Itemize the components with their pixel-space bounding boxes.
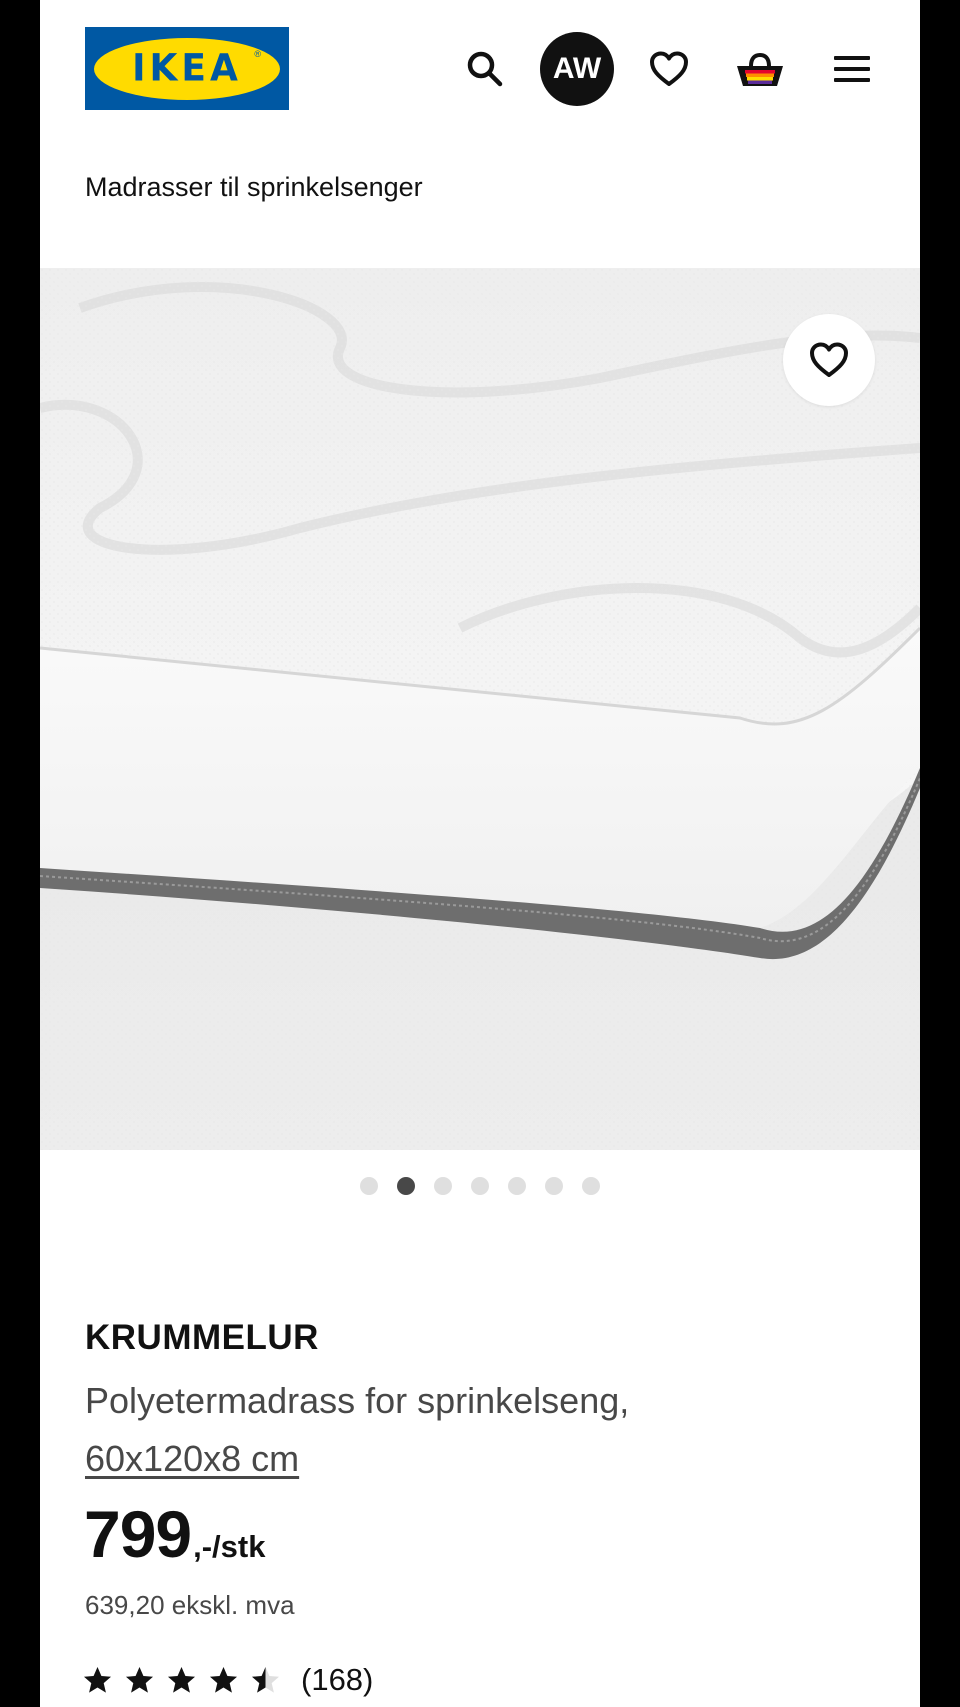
gallery-dot[interactable] bbox=[545, 1177, 563, 1195]
search-button[interactable] bbox=[448, 32, 522, 106]
price-ex-vat: 639,20 ekskl. mva bbox=[85, 1590, 295, 1620]
breadcrumb[interactable]: Madrasser til sprinkelsenger bbox=[85, 172, 423, 203]
logo-oval: IKEA bbox=[94, 37, 280, 100]
star-full-icon bbox=[84, 1666, 111, 1693]
gallery-dot[interactable] bbox=[397, 1177, 415, 1195]
gallery-dot[interactable] bbox=[434, 1177, 452, 1195]
product-image[interactable] bbox=[40, 268, 920, 1150]
product-name: KRUMMELUR bbox=[85, 1318, 319, 1357]
star-rating bbox=[82, 1665, 281, 1696]
product-size-link[interactable]: 60x120x8 cm bbox=[85, 1438, 299, 1479]
favourites-button[interactable] bbox=[632, 32, 706, 106]
price-suffix: ,-/stk bbox=[193, 1529, 266, 1564]
star-half-icon bbox=[252, 1666, 279, 1693]
gallery-dot[interactable] bbox=[360, 1177, 378, 1195]
app-screen: IKEA ® AW Madrasser til sprinkelsenger K… bbox=[40, 0, 920, 1707]
mattress-illustration bbox=[40, 268, 920, 1150]
basket-icon bbox=[737, 52, 783, 86]
avatar[interactable]: AW bbox=[540, 32, 614, 106]
rating[interactable]: (168) bbox=[82, 1662, 373, 1698]
gallery-dot[interactable] bbox=[508, 1177, 526, 1195]
star-full-icon bbox=[126, 1666, 153, 1693]
star-full-icon bbox=[168, 1666, 195, 1693]
hamburger-menu-icon bbox=[834, 56, 870, 82]
header: IKEA ® AW bbox=[40, 0, 920, 140]
registered-mark-icon: ® bbox=[254, 49, 261, 59]
search-icon bbox=[467, 51, 503, 87]
product-type: Polyetermadrass for sprinkelseng, bbox=[85, 1380, 630, 1421]
gallery-pagination bbox=[360, 1177, 600, 1195]
heart-icon bbox=[650, 51, 688, 86]
gallery-dot[interactable] bbox=[471, 1177, 489, 1195]
ikea-logo[interactable]: IKEA ® bbox=[85, 27, 289, 110]
review-count[interactable]: (168) bbox=[301, 1662, 373, 1698]
price-amount: 799 bbox=[84, 1497, 192, 1571]
image-favourite-button[interactable] bbox=[783, 314, 875, 406]
menu-button[interactable] bbox=[815, 32, 889, 106]
star-full-icon bbox=[210, 1666, 237, 1693]
gallery-dot[interactable] bbox=[582, 1177, 600, 1195]
logo-text: IKEA bbox=[132, 46, 242, 91]
cart-button[interactable] bbox=[723, 32, 797, 106]
heart-icon bbox=[810, 342, 848, 377]
price: 799 ,-/stk bbox=[84, 1496, 265, 1572]
product-description: Polyetermadrass for sprinkelseng, 60x120… bbox=[85, 1372, 629, 1488]
